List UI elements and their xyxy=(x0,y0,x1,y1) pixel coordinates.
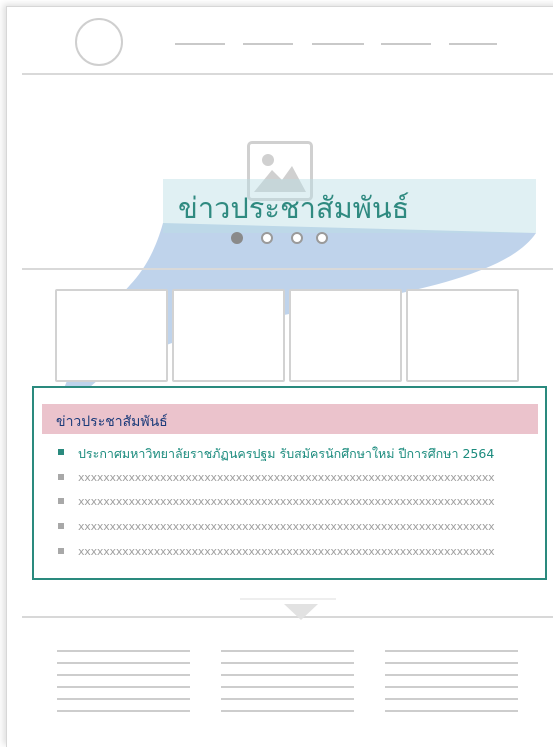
news-item[interactable]: xxxxxxxxxxxxxxxxxxxxxxxxxxxxxxxxxxxxxxxx… xyxy=(78,545,495,558)
footer-col-3-line xyxy=(385,710,518,712)
slide-dot[interactable] xyxy=(291,232,303,244)
hero-divider xyxy=(22,268,553,270)
news-item[interactable]: xxxxxxxxxxxxxxxxxxxxxxxxxxxxxxxxxxxxxxxx… xyxy=(78,520,495,533)
footer-col-2-line xyxy=(221,674,354,676)
square-bullet-icon xyxy=(58,498,64,504)
slide-dot-active[interactable] xyxy=(231,232,243,244)
square-bullet-icon xyxy=(58,474,64,480)
footer-col-2-line xyxy=(221,686,354,688)
footer-col-1-line xyxy=(57,662,190,664)
footer-col-1-line xyxy=(57,674,190,676)
footer-col-3-line xyxy=(385,650,518,652)
thumbnail-card[interactable] xyxy=(289,289,402,382)
footer-col-2-line xyxy=(221,650,354,652)
chevron-down-icon xyxy=(284,604,318,620)
news-item[interactable]: ประกาศมหาวิทยาลัยราชภัฏนครปฐม รับสมัครนั… xyxy=(78,444,494,464)
news-item[interactable]: xxxxxxxxxxxxxxxxxxxxxxxxxxxxxxxxxxxxxxxx… xyxy=(78,495,495,508)
square-bullet-icon xyxy=(58,449,64,455)
footer-col-3-line xyxy=(385,662,518,664)
thumbnail-card[interactable] xyxy=(55,289,168,382)
footer-col-2-line xyxy=(221,698,354,700)
footer-col-2-line xyxy=(221,710,354,712)
slide-dot[interactable] xyxy=(261,232,273,244)
news-heading: ข่าวประชาสัมพันธ์ xyxy=(56,414,168,430)
footer-col-3-line xyxy=(385,686,518,688)
slide-dot[interactable] xyxy=(316,232,328,244)
news-item[interactable]: xxxxxxxxxxxxxxxxxxxxxxxxxxxxxxxxxxxxxxxx… xyxy=(78,471,495,484)
footer-col-1-line xyxy=(57,686,190,688)
footer-col-1-line xyxy=(57,710,190,712)
footer-col-1-line xyxy=(57,698,190,700)
tab-indicator-line xyxy=(240,598,336,600)
footer-col-3-line xyxy=(385,698,518,700)
footer-col-1-line xyxy=(57,650,190,652)
thumbnail-card[interactable] xyxy=(172,289,285,382)
footer-col-2-line xyxy=(221,662,354,664)
footer-col-3-line xyxy=(385,674,518,676)
square-bullet-icon xyxy=(58,523,64,529)
square-bullet-icon xyxy=(58,548,64,554)
hero-title: ข่าวประชาสัมพันธ์ xyxy=(178,191,410,225)
thumbnail-card[interactable] xyxy=(406,289,519,382)
